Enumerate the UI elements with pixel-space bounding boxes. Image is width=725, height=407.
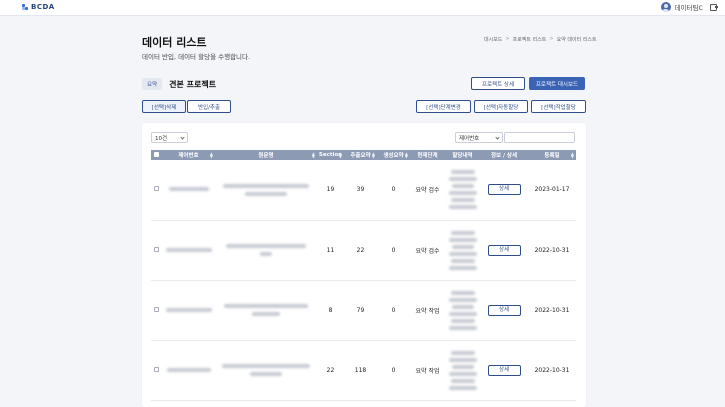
project-dashboard-button[interactable]: 프로젝트 대시보드 <box>529 77 585 90</box>
project-name: 견본 프로젝트 <box>169 79 217 89</box>
redacted-assignments <box>445 170 480 210</box>
search-field-value: 제어번호 <box>459 135 480 142</box>
sort-icon: ▲ ▼ <box>570 151 574 159</box>
project-detail-button[interactable]: 프로젝트 상세 <box>471 77 525 90</box>
column-header[interactable]: Section ▲ ▼ <box>317 150 344 160</box>
row-checkbox[interactable] <box>154 306 159 312</box>
column-header[interactable]: 추출요약 ▲ ▼ <box>344 150 377 160</box>
column-header: 정보 / 상세 <box>480 150 528 160</box>
extract-count: 39 <box>344 160 377 221</box>
row-checkbox[interactable] <box>154 246 159 252</box>
section-count: 8 <box>317 280 344 341</box>
registered-date: 2022-10-31 <box>528 280 576 341</box>
sort-icon: ▲ ▼ <box>311 151 315 159</box>
select-all-cell <box>151 150 162 160</box>
column-header: 할당내역 <box>445 150 480 160</box>
breadcrumb-dashboard[interactable]: 대시보드 <box>484 36 502 43</box>
redacted-control-number <box>168 187 209 192</box>
page-size-select[interactable]: 10건 <box>151 132 188 143</box>
delete-selected-button[interactable]: [선택]삭제 <box>142 100 186 113</box>
breadcrumb-current: 요약 데이터 리스트 <box>556 37 597 43</box>
current-stage: 요약 검수 <box>410 160 445 221</box>
detail-button[interactable]: 상세 <box>487 184 521 196</box>
table-row: 22 118 0 요약 작업 상세 2022-10-31 <box>151 340 576 401</box>
column-header[interactable]: 등록일 ▲ ▼ <box>528 150 576 160</box>
redacted-title <box>215 304 317 316</box>
table-row: 8 79 0 요약 작업 상세 2022-10-31 <box>151 280 576 341</box>
current-stage: 요약 작업 <box>410 280 445 341</box>
brand-logo[interactable]: BCDA <box>22 3 55 11</box>
avatar-icon <box>660 2 671 12</box>
current-stage: 요약 검수 <box>410 220 445 281</box>
project-type-badge: 요약 <box>142 78 163 90</box>
extract-count: 118 <box>344 340 377 401</box>
sort-icon: ▲ ▼ <box>338 151 342 159</box>
section-count: 22 <box>317 340 344 401</box>
page-title: 데이터 리스트 <box>142 36 207 49</box>
assign-worker-button[interactable]: [선택]작업할당 <box>531 100 586 113</box>
page-subtitle: 데이터 반입, 데이터 할당을 수행합니다. <box>142 53 251 61</box>
select-all-checkbox[interactable] <box>154 151 159 157</box>
redacted-assignments <box>445 350 480 390</box>
project-info: 요약 견본 프로젝트 <box>142 78 216 90</box>
chevron-down-icon <box>495 135 500 140</box>
current-stage: 요약 작업 <box>410 340 445 401</box>
registered-date: 2022-10-31 <box>528 340 576 401</box>
registered-date: 2022-10-31 <box>528 220 576 281</box>
registered-date: 2023-01-17 <box>528 160 576 221</box>
generated-count: 0 <box>377 160 410 221</box>
detail-button[interactable]: 상세 <box>487 304 521 316</box>
breadcrumb-separator: > <box>505 36 510 42</box>
brand-name: BCDA <box>31 3 55 11</box>
redacted-control-number <box>165 247 212 252</box>
auto-assign-button[interactable]: [선택]자동할당 <box>474 100 528 113</box>
breadcrumb-project-list[interactable]: 프로젝트 리스트 <box>513 36 547 43</box>
change-stage-button[interactable]: [선택]단계변경 <box>416 100 471 113</box>
sort-icon: ▲ ▼ <box>371 151 375 159</box>
search-field-select[interactable]: 제어번호 <box>455 132 503 143</box>
extract-count: 22 <box>344 220 377 281</box>
redacted-assignments <box>445 230 480 270</box>
redacted-title <box>215 364 317 376</box>
redacted-control-number <box>165 307 212 312</box>
generated-count: 0 <box>377 340 410 401</box>
column-header[interactable]: 원문명 ▲ ▼ <box>215 150 317 160</box>
column-header[interactable]: 제어번호 ▲ ▼ <box>162 150 215 160</box>
sort-icon: ▲ ▼ <box>404 151 408 159</box>
redacted-title <box>215 183 317 196</box>
detail-button[interactable]: 상세 <box>487 364 521 376</box>
section-count: 11 <box>317 220 344 281</box>
row-checkbox[interactable] <box>154 186 159 192</box>
section-count: 19 <box>317 160 344 221</box>
breadcrumb: 대시보드 > 프로젝트 리스트 > 요약 데이터 리스트 <box>484 36 597 43</box>
page-size-value: 10건 <box>155 135 168 142</box>
sort-icon: ▲ ▼ <box>209 151 213 159</box>
redacted-title <box>215 244 317 256</box>
column-header[interactable]: 생성요약 ▲ ▼ <box>377 150 410 160</box>
table-row: 19 39 0 요약 검수 상세 2023-01-17 <box>151 160 576 221</box>
chevron-down-icon <box>180 135 185 140</box>
redacted-control-number <box>166 367 211 372</box>
breadcrumb-separator: > <box>549 36 554 42</box>
column-header: 현재단계 <box>410 150 445 160</box>
top-bar: BCDA 데이터팀C <box>0 0 725 16</box>
generated-count: 0 <box>377 220 410 281</box>
table-row: 11 22 0 요약 검수 상세 2022-10-31 <box>151 220 576 281</box>
redacted-assignments <box>445 290 480 330</box>
logout-icon[interactable] <box>710 3 718 11</box>
user-name: 데이터팀C <box>674 4 703 12</box>
logo-icon <box>22 4 28 10</box>
data-table-card: 10건 제어번호 제어번호 ▲ ▼ 원문명 ▲ ▼ Section ▲ ▼ 추출요약 ▲ ▼ 생… <box>142 123 586 407</box>
extract-count: 79 <box>344 280 377 341</box>
detail-button[interactable]: 상세 <box>487 244 521 256</box>
import-export-button[interactable]: 반입/추출 <box>187 100 231 113</box>
search-input[interactable] <box>504 132 575 143</box>
row-checkbox[interactable] <box>154 366 159 372</box>
generated-count: 0 <box>377 280 410 341</box>
table-header-row: 제어번호 ▲ ▼ 원문명 ▲ ▼ Section ▲ ▼ 추출요약 ▲ ▼ 생성요약 ▲ ▼ 현재단… <box>151 150 576 160</box>
data-table: 제어번호 ▲ ▼ 원문명 ▲ ▼ Section ▲ ▼ 추출요약 ▲ ▼ 생성요약 ▲ ▼ 현재단… <box>151 150 576 401</box>
user-menu[interactable]: 데이터팀C <box>660 2 718 12</box>
